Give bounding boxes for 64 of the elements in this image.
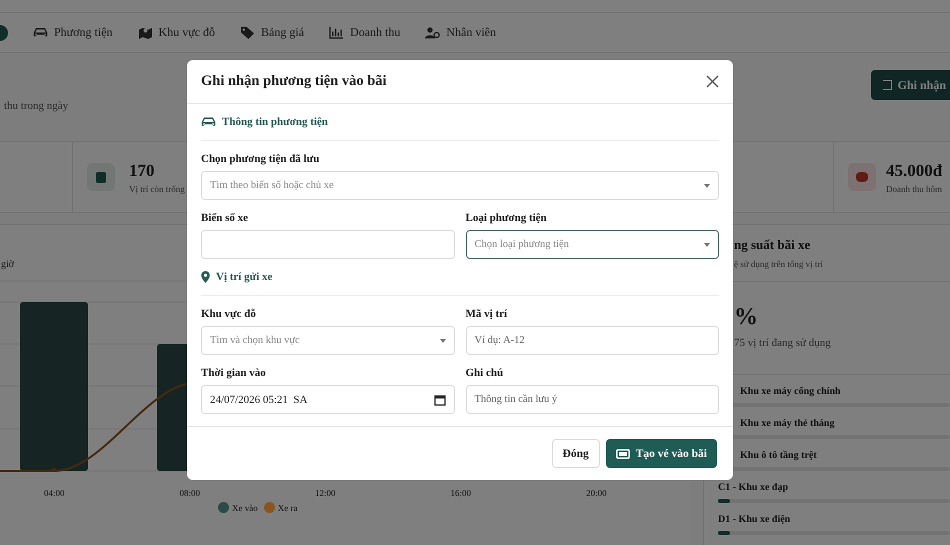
map-icon <box>138 26 153 39</box>
panel-title: ng suất bãi xe <box>733 237 812 253</box>
caret-icon <box>704 242 710 246</box>
close-button[interactable] <box>706 75 719 88</box>
select-field[interactable]: Tìm và chọn khu vực <box>201 326 454 355</box>
axis-label: 20:00 <box>586 488 607 498</box>
input-field[interactable] <box>201 230 454 259</box>
field-label: Ghi chú <box>466 367 504 379</box>
zone-name: C1 - Khu xe đạp <box>718 482 790 493</box>
calendar-icon <box>434 394 446 406</box>
nav-link[interactable]: Bảng giá <box>240 25 304 40</box>
section-title: Thông tin phương tiện <box>222 116 328 128</box>
user-icon <box>425 26 440 39</box>
pin-icon <box>201 271 210 283</box>
nav-link[interactable]: Phương tiện <box>33 25 113 40</box>
create-ticket-button[interactable]: Tạo vé vào bãi <box>606 439 717 468</box>
dialog-title: Ghi nhận phương tiện vào bãi <box>201 73 387 90</box>
tag-icon <box>240 26 256 39</box>
car-icon <box>201 116 216 128</box>
caret-icon <box>704 184 710 188</box>
field-label: Loại phương tiện <box>466 212 548 224</box>
datetime-field[interactable]: 24/07/2026 05:21 SA <box>201 385 454 414</box>
input-field[interactable]: Thông tin cần lưu ý <box>466 385 719 414</box>
nav-link[interactable]: Khu vực đỗ <box>138 25 216 40</box>
zone-name: D1 - Khu xe điện <box>718 514 792 525</box>
axis-label: 08:00 <box>180 488 200 498</box>
field-label: Khu vực đỗ <box>201 308 257 320</box>
axis-label: 16:00 <box>450 488 472 498</box>
panel-subtitle: ệ sử dụng trên tổng vị trí <box>733 259 824 269</box>
parking-icon <box>87 163 115 191</box>
zone-name: Khu ô tô tầng trệt <box>739 450 818 461</box>
zone-name: Khu xe máy cổng chính <box>739 386 842 397</box>
legend-label: Xe vào <box>232 502 258 512</box>
page-subtitle: thu trong ngày <box>4 100 68 112</box>
login-icon <box>882 80 892 90</box>
usage-text: 75 vị trí đang sử dụng <box>733 337 832 349</box>
axis-label: 04:00 <box>44 488 65 498</box>
zone-name: Khu xe máy thẻ tháng <box>739 418 836 429</box>
caret-icon <box>440 338 446 342</box>
nav-link[interactable]: Nhân viên <box>425 25 496 40</box>
close-icon <box>706 75 719 88</box>
stat-value: 45.000đ <box>886 160 942 180</box>
record-button[interactable]: Ghi nhận <box>870 70 950 100</box>
stat-value: 170 <box>129 160 156 180</box>
nav-link[interactable]: Doanh thu <box>329 25 400 40</box>
usage-percent: % <box>733 304 759 331</box>
axis-label: 12:00 <box>315 488 336 498</box>
close-dialog-button[interactable]: Đóng <box>552 439 600 468</box>
input-field[interactable]: Ví dụ: A-12 <box>466 326 719 355</box>
section-title: Vị trí gửi xe <box>216 271 272 283</box>
field-label: Chọn phương tiện đã lưu <box>201 153 320 165</box>
car-icon <box>33 26 48 39</box>
chart-icon <box>329 26 344 39</box>
field-label: Thời gian vào <box>201 367 267 379</box>
stat-label: Doanh thu hôm <box>886 184 942 194</box>
legend-label: Xe ra <box>278 502 298 512</box>
field-label: Biển số xe <box>201 212 250 224</box>
coins-icon <box>848 163 876 191</box>
panel-subtitle: giờ <box>1 259 16 270</box>
stat-label: Vị trí còn trống <box>129 184 185 194</box>
field-label: Mã vị trí <box>466 308 508 320</box>
select-field[interactable]: Chọn loại phương tiện <box>466 230 719 259</box>
select-field[interactable]: Tìm theo biển số hoặc chủ xe <box>201 171 719 200</box>
ticket-icon <box>616 448 630 458</box>
